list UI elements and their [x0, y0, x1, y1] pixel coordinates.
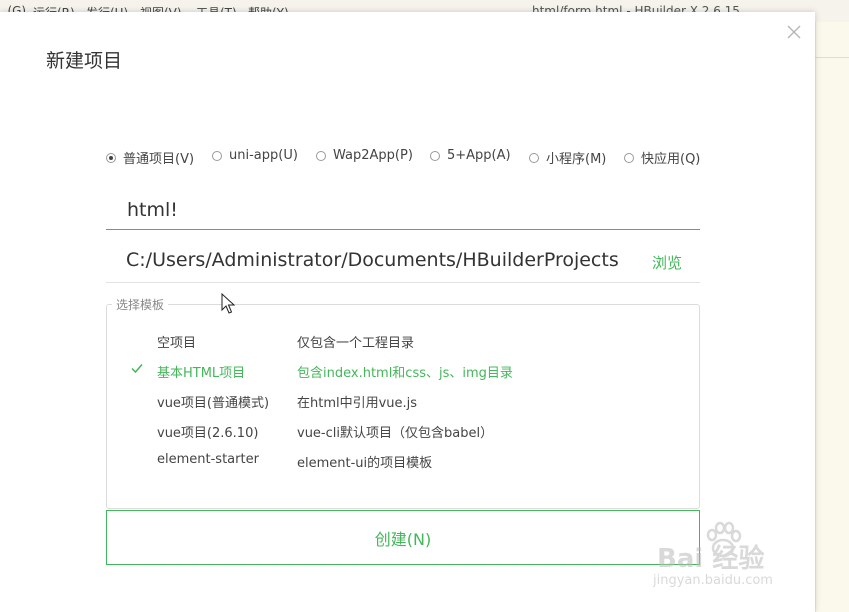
check-icon — [131, 364, 143, 374]
template-name: vue项目(2.6.10) — [157, 426, 259, 441]
radio-label: 普通项目(V) — [123, 152, 195, 167]
template-item-empty[interactable]: 空项目 仅包含一个工程目录 — [107, 328, 699, 352]
template-item-vue-cli[interactable]: vue项目(2.6.10) vue-cli默认项目（仅包含babel） — [107, 418, 699, 442]
radio-mini-program[interactable]: 小程序(M) — [529, 148, 606, 167]
template-name: vue项目(普通模式) — [157, 396, 270, 411]
editor-background — [815, 22, 849, 612]
template-group: 选择模板 空项目 仅包含一个工程目录 基本HTML项目 包含index.html… — [106, 296, 700, 509]
template-group-label: 选择模板 — [112, 296, 169, 313]
radio-quick-app[interactable]: 快应用(Q) — [624, 148, 700, 167]
radio-label: 小程序(M) — [546, 152, 607, 167]
close-icon[interactable] — [784, 22, 804, 42]
baidu-watermark: Bai 经验 jingyan.baidu.com — [645, 518, 815, 600]
radio-unchecked-icon — [624, 152, 634, 163]
radio-5plus-app[interactable]: 5+App(A) — [430, 148, 511, 163]
radio-unchecked-icon — [430, 150, 440, 161]
create-button[interactable]: 创建(N) — [106, 510, 700, 565]
template-desc: 仅包含一个工程目录 — [297, 336, 415, 351]
watermark-url: jingyan.baidu.com — [653, 573, 773, 588]
template-item-element-starter[interactable]: element-starter element-ui的项目模板 — [107, 448, 699, 472]
browse-button[interactable]: 浏览 — [652, 252, 682, 273]
template-name: 基本HTML项目 — [157, 366, 246, 381]
radio-label: uni-app(U) — [229, 148, 298, 163]
radio-label: 快应用(Q) — [641, 152, 701, 167]
editor-divider — [815, 57, 849, 58]
template-desc: 在html中引用vue.js — [297, 396, 418, 411]
radio-checked-icon — [106, 152, 116, 163]
project-path-text: C:/Users/Administrator/Documents/HBuilde… — [126, 249, 619, 271]
template-desc: element-ui的项目模板 — [297, 456, 433, 471]
template-name: element-starter — [157, 452, 259, 467]
template-item-vue-normal[interactable]: vue项目(普通模式) 在html中引用vue.js — [107, 388, 699, 412]
radio-unchecked-icon — [529, 152, 539, 163]
radio-wap2app[interactable]: Wap2App(P) — [316, 148, 413, 163]
watermark-brand: Bai 经验 — [657, 544, 765, 574]
template-desc: 包含index.html和css、js、img目录 — [297, 366, 513, 381]
template-name: 空项目 — [157, 336, 197, 351]
radio-normal-project[interactable]: 普通项目(V) — [106, 148, 194, 167]
radio-uni-app[interactable]: uni-app(U) — [212, 148, 298, 163]
radio-unchecked-icon — [316, 150, 326, 161]
template-desc: vue-cli默认项目（仅包含babel） — [297, 426, 494, 441]
template-item-basic-html[interactable]: 基本HTML项目 包含index.html和css、js、img目录 — [107, 358, 699, 382]
mouse-cursor-icon — [221, 293, 235, 314]
project-path-field[interactable]: C:/Users/Administrator/Documents/HBuilde… — [106, 243, 700, 283]
project-name-input[interactable] — [106, 190, 700, 230]
dialog-title: 新建项目 — [46, 50, 123, 72]
radio-label: Wap2App(P) — [333, 148, 413, 163]
radio-label: 5+App(A) — [447, 148, 511, 163]
radio-unchecked-icon — [212, 150, 222, 161]
